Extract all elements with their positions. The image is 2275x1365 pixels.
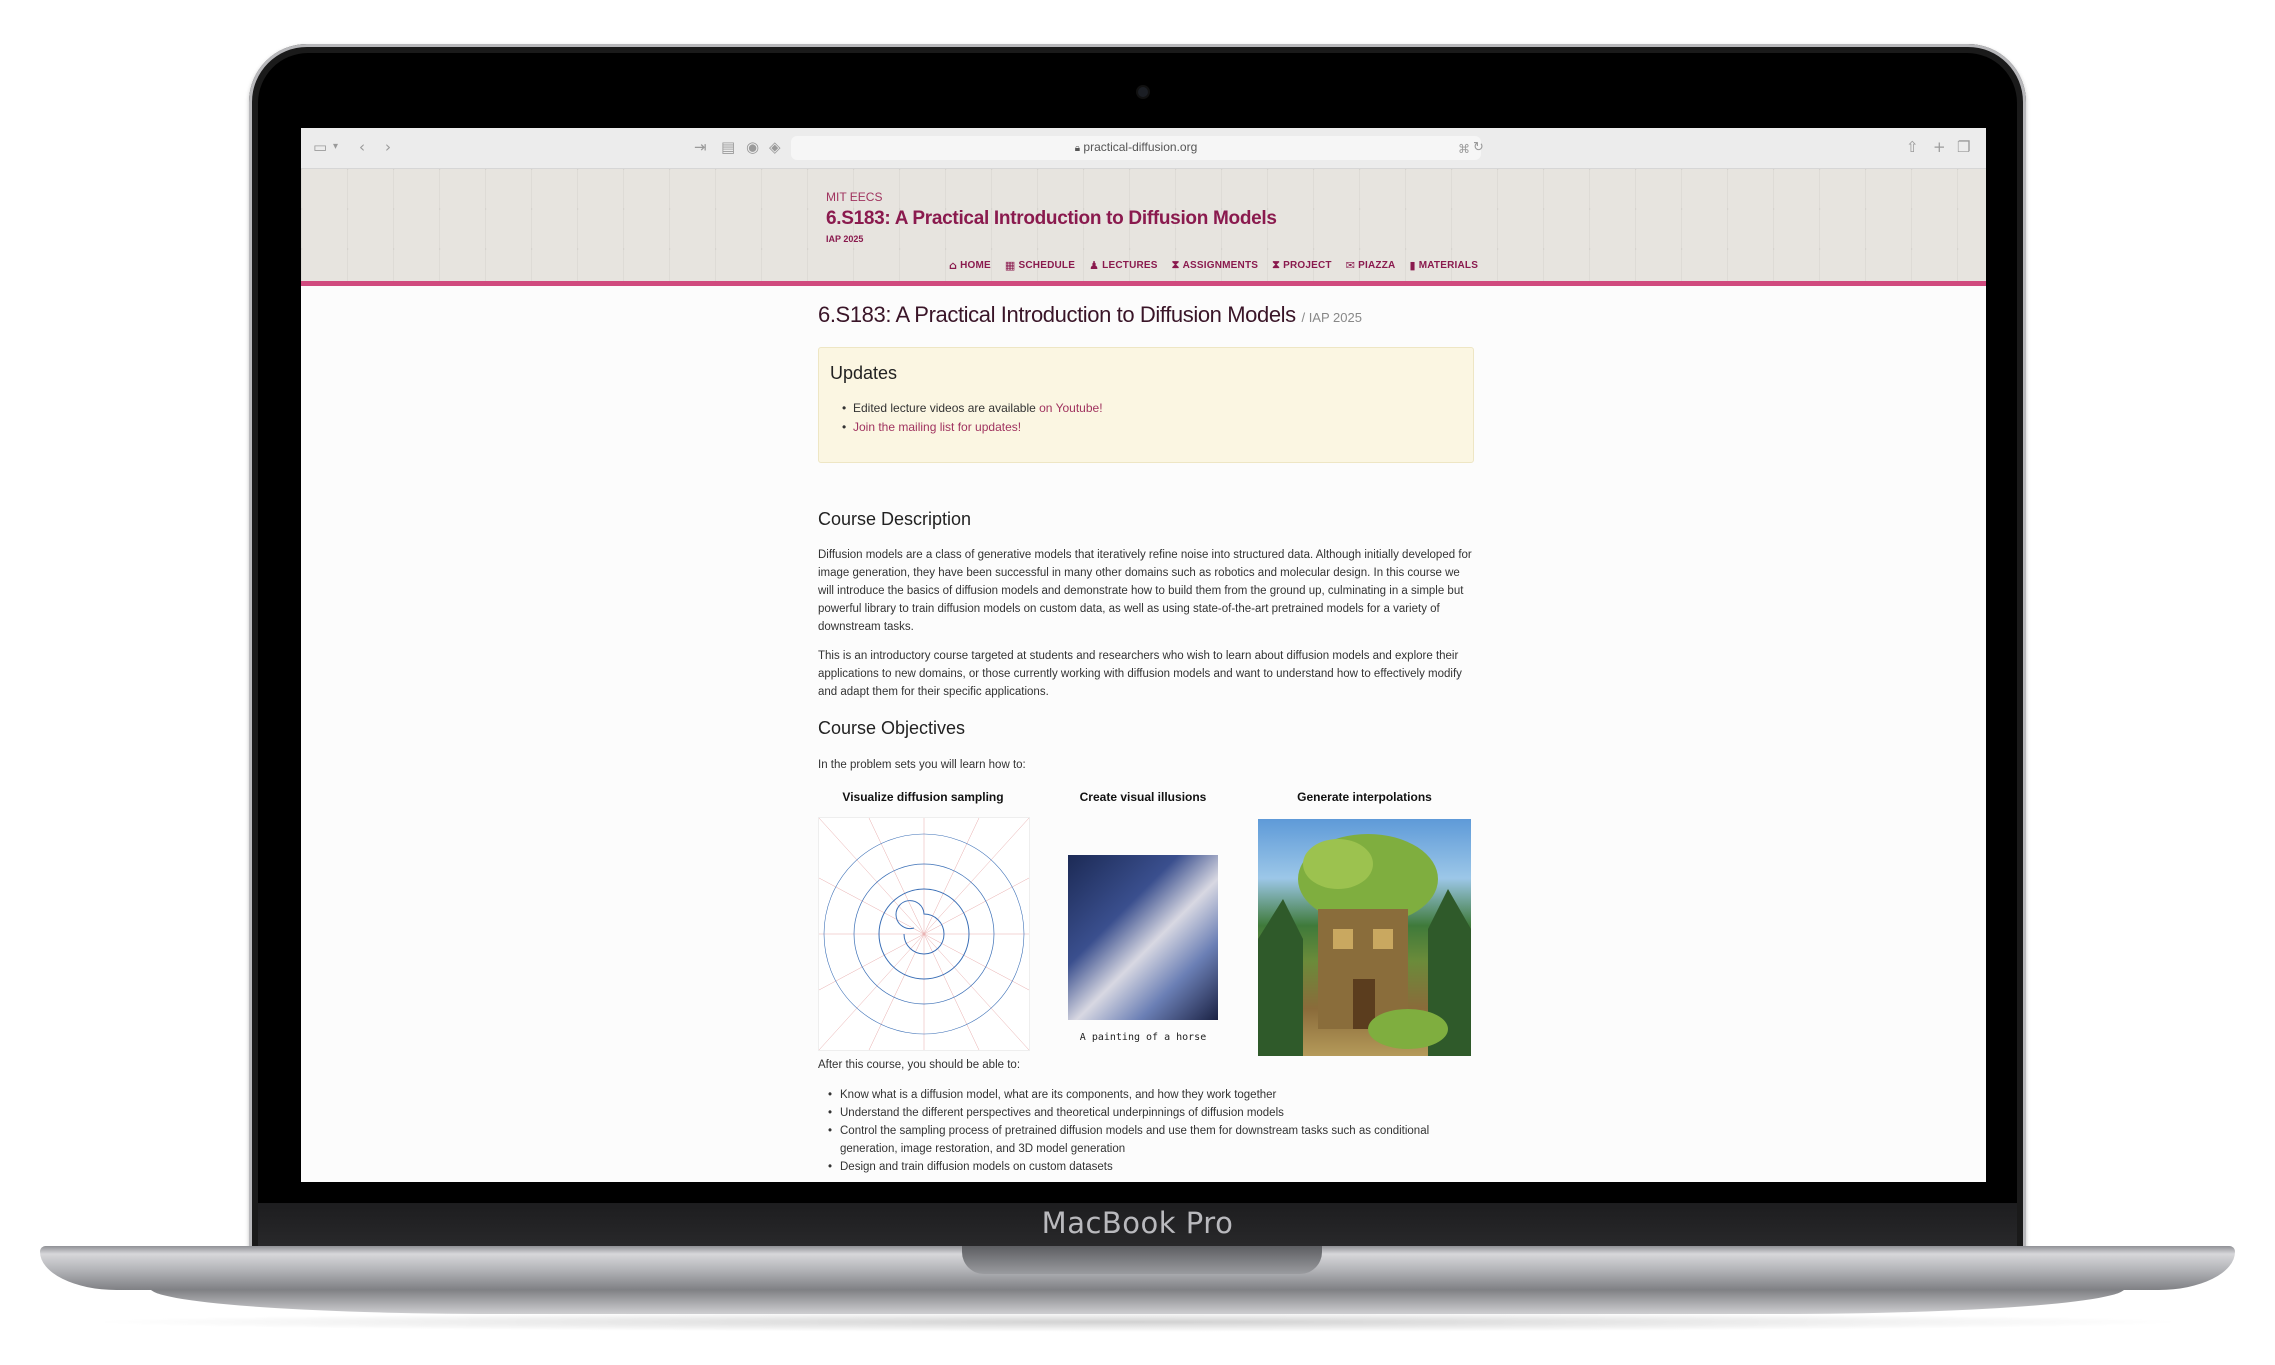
nav-assignments[interactable]: ⧗ Assignments: [1172, 257, 1258, 273]
nav-materials[interactable]: ▮ Materials: [1409, 257, 1478, 273]
outcome-item: Understand the different perspectives an…: [828, 1104, 1470, 1122]
chevron-down-icon[interactable]: ▾: [333, 138, 338, 156]
browser-toolbar: ▭ ▾ ‹ › ⇥ ▤ ◉ ◈ ▦ 🔒︎ practical-diffusion…: [301, 128, 1986, 169]
hourglass-icon: ⧗: [1272, 258, 1281, 271]
nav-project[interactable]: ⧗ Project: [1272, 257, 1332, 273]
forward-icon[interactable]: ›: [385, 138, 391, 156]
nav-schedule[interactable]: ▦ Schedule: [1005, 257, 1075, 273]
nav-label: Home: [960, 259, 991, 271]
illusion-caption: A painting of a horse: [1079, 1032, 1207, 1043]
updates-box: Updates Edited lecture videos are availa…: [818, 347, 1474, 463]
lock-icon: 🔒︎: [1074, 143, 1081, 154]
site-title[interactable]: 6.S183: A Practical Introduction to Diff…: [826, 208, 1277, 230]
device-brand: MacBook Pro: [1041, 1206, 1234, 1240]
mailing-list-link[interactable]: Join the mailing list for updates!: [853, 420, 1021, 434]
reader-icon[interactable]: ⇥: [694, 138, 707, 156]
hourglass-icon: ⧗: [1171, 258, 1180, 271]
camera-icon: [1138, 87, 1148, 97]
update-item: Join the mailing list for updates!: [842, 420, 1021, 434]
share-icon[interactable]: ⇧: [1906, 138, 1919, 156]
address-bar[interactable]: 🔒︎ practical-diffusion.org: [791, 136, 1481, 160]
objective-caption: Visualize diffusion sampling: [842, 790, 1004, 804]
update-text: Edited lecture videos are available: [853, 401, 1040, 415]
book-icon: ▮: [1409, 258, 1416, 272]
objectives-intro: In the problem sets you will learn how t…: [818, 759, 1026, 771]
outcome-item: Control the sampling process of pretrain…: [828, 1122, 1470, 1158]
objectives-outro: After this course, you should be able to…: [818, 1059, 1021, 1071]
site-term: IAP 2025: [826, 234, 864, 244]
description-paragraph: This is an introductory course targeted …: [818, 650, 1462, 698]
url-wrapper: 🔒︎ practical-diffusion.org: [791, 140, 1481, 154]
nav-label: Lectures: [1102, 259, 1158, 271]
page-icon[interactable]: ▤: [721, 138, 735, 156]
nav-label: Assignments: [1182, 259, 1259, 271]
outcome-item: Know what is a diffusion model, what are…: [828, 1086, 1470, 1104]
objective-caption: Generate interpolations: [1297, 790, 1432, 804]
home-icon: ⌂: [949, 258, 958, 272]
vector-field-graphic: [818, 817, 1030, 1051]
interpolation-image: [1258, 819, 1471, 1056]
treehouse-graphic: [1258, 834, 1471, 1056]
sidebar-icon[interactable]: ▭: [313, 138, 327, 156]
youtube-link[interactable]: on Youtube!: [1039, 401, 1102, 415]
tabs-icon[interactable]: ❐: [1957, 138, 1970, 156]
extension-icon[interactable]: ◈: [769, 138, 781, 156]
department-label: MIT EECS: [826, 190, 883, 204]
outcome-item: Design and train diffusion models on cus…: [828, 1158, 1470, 1176]
nav-lectures[interactable]: ♟ Lectures: [1089, 257, 1158, 273]
laptop-base-underside: [150, 1288, 2125, 1314]
course-objectives-heading: Course Objectives: [818, 718, 966, 738]
page-title-text: 6.S183: A Practical Introduction to Diff…: [818, 302, 1296, 327]
nav-piazza[interactable]: ✉ Piazza: [1346, 257, 1396, 273]
site-nav: ⌂ Home ▦ Schedule ♟ Lectures ⧗ Assignments ⧗…: [949, 257, 1478, 273]
laptop-shadow: [80, 1312, 2195, 1332]
new-tab-icon[interactable]: +: [1933, 138, 1946, 156]
shield-icon[interactable]: ◉: [746, 138, 759, 156]
diffusion-sampling-image: [818, 817, 1030, 1051]
calendar-icon: ▦: [1004, 258, 1016, 272]
back-icon[interactable]: ‹: [359, 138, 365, 156]
nav-home[interactable]: ⌂ Home: [949, 257, 991, 273]
chat-icon: ✉: [1345, 258, 1356, 272]
nav-label: Schedule: [1018, 259, 1076, 271]
course-description-heading: Course Description: [818, 509, 972, 529]
nav-label: Project: [1283, 259, 1332, 271]
objective-caption: Create visual illusions: [1079, 790, 1207, 804]
description-paragraph: Diffusion models are a class of generati…: [818, 549, 1472, 633]
nav-label: Piazza: [1358, 259, 1396, 271]
translate-icon[interactable]: ⌘: [1458, 140, 1470, 158]
update-item: Edited lecture videos are available on Y…: [842, 401, 1103, 415]
visual-illusion-image: [1068, 855, 1218, 1020]
updates-heading: Updates: [830, 363, 898, 383]
lecture-icon: ♟: [1089, 258, 1100, 272]
page-title: 6.S183: A Practical Introduction to Diff…: [818, 302, 1362, 328]
page-subtitle: / IAP 2025: [1301, 310, 1362, 325]
nav-label: Materials: [1418, 259, 1479, 271]
url-text: practical-diffusion.org: [1083, 140, 1198, 154]
screen: ▭ ▾ ‹ › ⇥ ▤ ◉ ◈ ▦ 🔒︎ practical-diffusion…: [301, 128, 1986, 1182]
header-accent-line: [301, 281, 1986, 286]
laptop-opening-notch: [962, 1246, 1322, 1274]
reload-icon[interactable]: ↻: [1473, 139, 1484, 157]
